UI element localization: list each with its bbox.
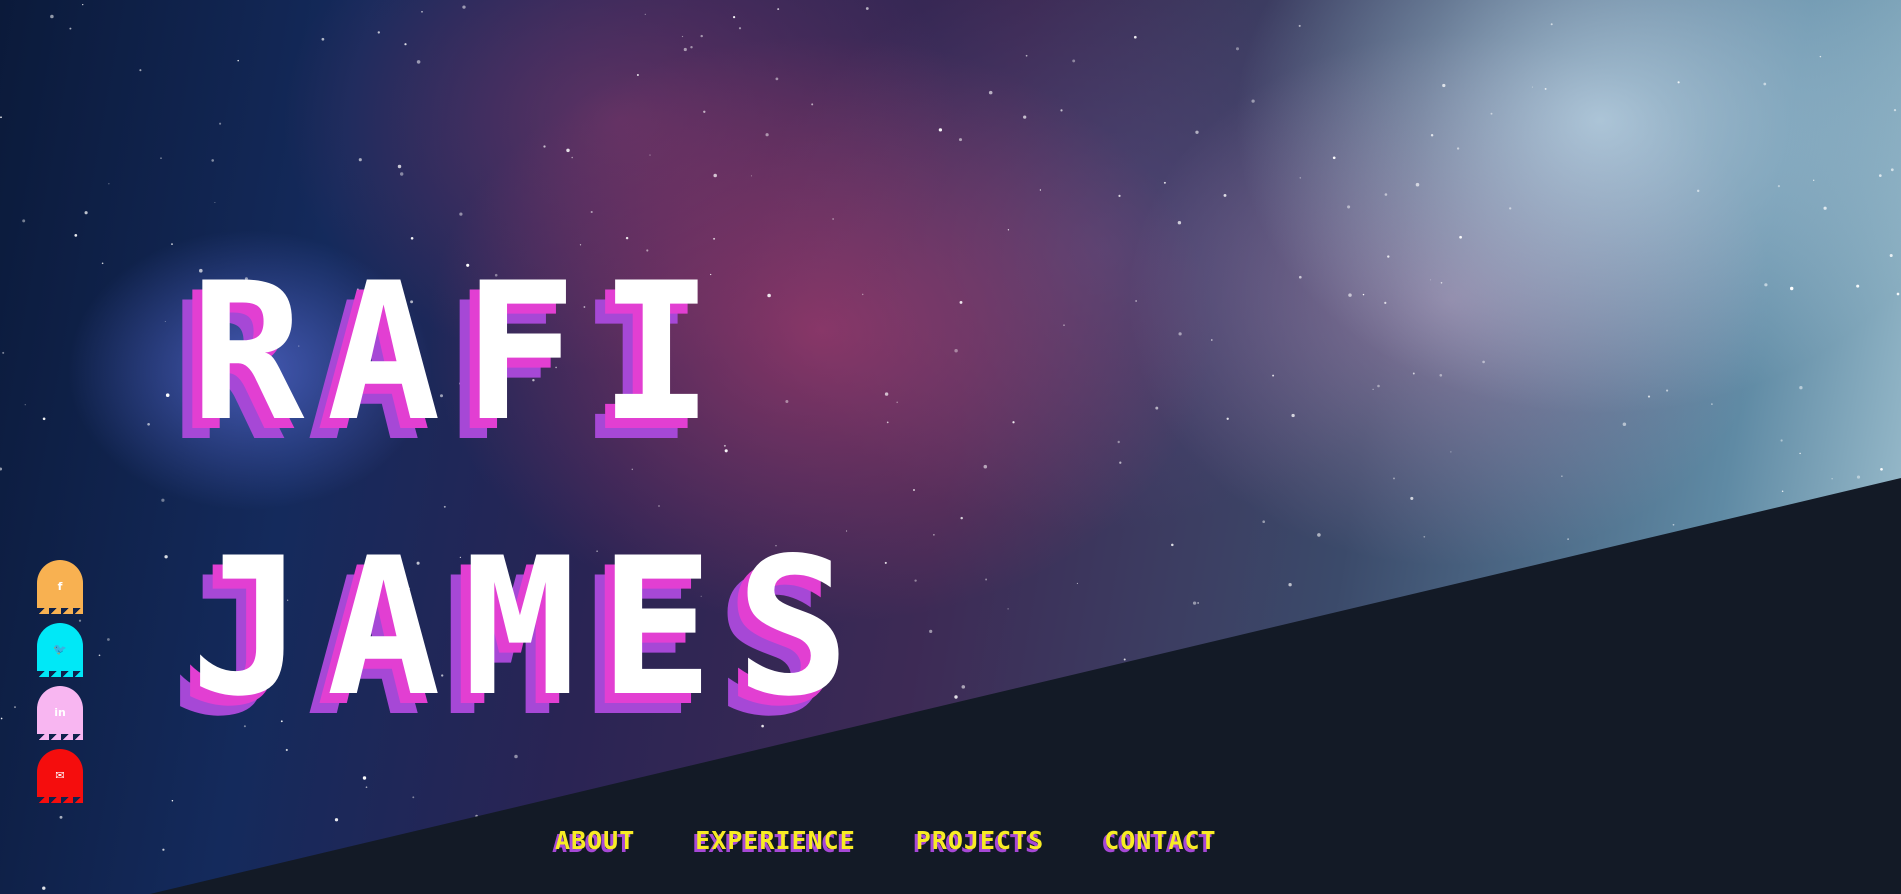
twitter-icon: 🐦 [53, 642, 67, 656]
nav-experience[interactable]: EXPERIENCE [695, 826, 856, 855]
main-nav: ABOUT EXPERIENCE PROJECTS CONTACT [555, 826, 1217, 855]
nav-projects[interactable]: PROJECTS [916, 826, 1044, 855]
nav-contact[interactable]: CONTACT [1104, 826, 1216, 855]
facebook-icon: f [57, 579, 63, 593]
mail-icon: ✉ [55, 768, 65, 782]
linkedin-link[interactable]: in [37, 686, 83, 740]
nav-about[interactable]: ABOUT [555, 826, 635, 855]
facebook-link[interactable]: f [37, 560, 83, 614]
twitter-link[interactable]: 🐦 [37, 623, 83, 677]
hero-first-name: RAFI [190, 242, 736, 463]
email-link[interactable]: ✉ [37, 749, 83, 803]
social-links: f 🐦 in ✉ [37, 560, 87, 812]
linkedin-icon: in [54, 705, 66, 719]
hero-last-name: JAMES [190, 517, 872, 738]
hero-section: RAFI JAMES f 🐦 in ✉ ABOUT EXPERIENCE PRO… [0, 0, 1901, 894]
hero-name: RAFI JAMES [190, 215, 872, 765]
